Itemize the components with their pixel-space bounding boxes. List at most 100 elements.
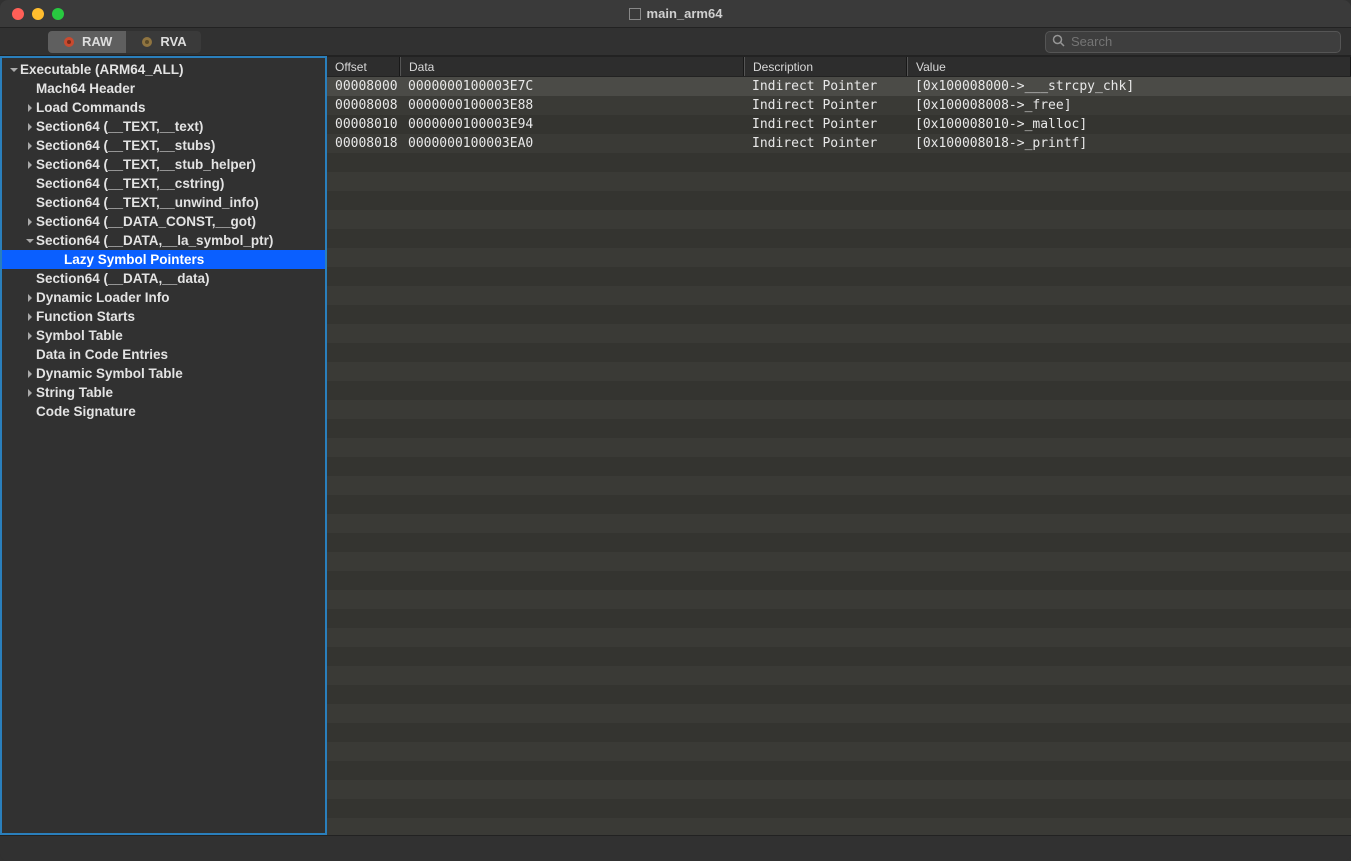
traffic-lights bbox=[12, 8, 64, 20]
table-row[interactable]: 000080080000000100003E88Indirect Pointer… bbox=[327, 96, 1351, 115]
tree-row[interactable]: Function Starts bbox=[2, 307, 325, 326]
search-input[interactable] bbox=[1071, 34, 1334, 49]
tree-row-label: Lazy Symbol Pointers bbox=[64, 252, 204, 267]
tree-row-label: Section64 (__DATA_CONST,__got) bbox=[36, 214, 256, 229]
raw-icon bbox=[62, 36, 76, 48]
body: Executable (ARM64_ALL) Mach64 Header Load … bbox=[0, 56, 1351, 835]
rva-label: RVA bbox=[160, 34, 186, 49]
cell-description: Indirect Pointer bbox=[744, 117, 907, 132]
tree-row[interactable]: Dynamic Loader Info bbox=[2, 288, 325, 307]
tree-row[interactable]: Section64 (__TEXT,__stub_helper) bbox=[2, 155, 325, 174]
chevron-right-icon[interactable] bbox=[24, 104, 36, 112]
close-button[interactable] bbox=[12, 8, 24, 20]
col-header-offset[interactable]: Offset bbox=[327, 57, 400, 76]
chevron-right-icon[interactable] bbox=[24, 294, 36, 302]
titlebar: main_arm64 bbox=[0, 0, 1351, 28]
bottom-bar bbox=[0, 835, 1351, 861]
cell-description: Indirect Pointer bbox=[744, 136, 907, 151]
tree-row-label: Dynamic Loader Info bbox=[36, 290, 170, 305]
cell-data: 0000000100003E94 bbox=[400, 117, 744, 132]
tree-row[interactable]: Symbol Table bbox=[2, 326, 325, 345]
raw-label: RAW bbox=[82, 34, 112, 49]
chevron-right-icon[interactable] bbox=[24, 389, 36, 397]
chevron-right-icon[interactable] bbox=[24, 142, 36, 150]
tree-row[interactable]: Load Commands bbox=[2, 98, 325, 117]
main-panel: Offset Data Description Value 0000800000… bbox=[327, 56, 1351, 835]
tree-row[interactable]: Executable (ARM64_ALL) bbox=[2, 60, 325, 79]
tree-row-label: Dynamic Symbol Table bbox=[36, 366, 183, 381]
tree-row[interactable]: Section64 (__TEXT,__text) bbox=[2, 117, 325, 136]
tree-row-label: Mach64 Header bbox=[36, 81, 135, 96]
tree-row[interactable]: Section64 (__TEXT,__unwind_info) bbox=[2, 193, 325, 212]
cell-value: [0x100008000->___strcpy_chk] bbox=[907, 79, 1351, 94]
cell-value: [0x100008010->_malloc] bbox=[907, 117, 1351, 132]
chevron-right-icon[interactable] bbox=[24, 332, 36, 340]
tree-row-label: Section64 (__TEXT,__cstring) bbox=[36, 176, 224, 191]
tree-row[interactable]: Section64 (__TEXT,__cstring) bbox=[2, 174, 325, 193]
tree-row-label: Code Signature bbox=[36, 404, 136, 419]
tree-row[interactable]: Section64 (__TEXT,__stubs) bbox=[2, 136, 325, 155]
tree-row-label: Section64 (__DATA,__data) bbox=[36, 271, 210, 286]
cell-description: Indirect Pointer bbox=[744, 79, 907, 94]
window-title-text: main_arm64 bbox=[647, 6, 723, 21]
rva-mode-button[interactable]: RVA bbox=[126, 31, 200, 53]
chevron-right-icon[interactable] bbox=[24, 123, 36, 131]
toolbar: RAW RVA bbox=[0, 28, 1351, 56]
cell-description: Indirect Pointer bbox=[744, 98, 907, 113]
tree-row[interactable]: Section64 (__DATA,__data) bbox=[2, 269, 325, 288]
app-window: main_arm64 RAW RVA bbox=[0, 0, 1351, 861]
table-body: 000080000000000100003E7CIndirect Pointer… bbox=[327, 77, 1351, 835]
tree-row[interactable]: Section64 (__DATA,__la_symbol_ptr) bbox=[2, 231, 325, 250]
tree: Executable (ARM64_ALL) Mach64 Header Load … bbox=[2, 58, 325, 421]
tree-row[interactable]: String Table bbox=[2, 383, 325, 402]
cell-value: [0x100008018->_printf] bbox=[907, 136, 1351, 151]
cell-data: 0000000100003E88 bbox=[400, 98, 744, 113]
tree-row-label: Section64 (__TEXT,__unwind_info) bbox=[36, 195, 259, 210]
chevron-right-icon[interactable] bbox=[24, 218, 36, 226]
tree-row-label: Executable (ARM64_ALL) bbox=[20, 62, 184, 77]
minimize-button[interactable] bbox=[32, 8, 44, 20]
chevron-right-icon[interactable] bbox=[24, 370, 36, 378]
tree-row[interactable]: Code Signature bbox=[2, 402, 325, 421]
chevron-right-icon[interactable] bbox=[24, 161, 36, 169]
raw-mode-button[interactable]: RAW bbox=[48, 31, 126, 53]
table-header: Offset Data Description Value bbox=[327, 56, 1351, 77]
maximize-button[interactable] bbox=[52, 8, 64, 20]
cell-data: 0000000100003EA0 bbox=[400, 136, 744, 151]
document-icon bbox=[629, 8, 641, 20]
cell-value: [0x100008008->_free] bbox=[907, 98, 1351, 113]
col-header-value[interactable]: Value bbox=[907, 57, 1351, 76]
tree-row[interactable]: Dynamic Symbol Table bbox=[2, 364, 325, 383]
search-box[interactable] bbox=[1045, 31, 1341, 53]
search-icon bbox=[1052, 34, 1065, 50]
address-mode-segment: RAW RVA bbox=[48, 31, 201, 53]
sidebar: Executable (ARM64_ALL) Mach64 Header Load … bbox=[0, 56, 327, 835]
cell-data: 0000000100003E7C bbox=[400, 79, 744, 94]
tree-row[interactable]: Section64 (__DATA_CONST,__got) bbox=[2, 212, 325, 231]
tree-row[interactable]: Data in Code Entries bbox=[2, 345, 325, 364]
col-header-description[interactable]: Description bbox=[744, 57, 907, 76]
col-header-data[interactable]: Data bbox=[400, 57, 744, 76]
chevron-down-icon[interactable] bbox=[8, 66, 20, 74]
tree-row-label: Data in Code Entries bbox=[36, 347, 168, 362]
tree-row-label: Section64 (__TEXT,__stub_helper) bbox=[36, 157, 256, 172]
tree-row[interactable]: Lazy Symbol Pointers bbox=[2, 250, 325, 269]
chevron-down-icon[interactable] bbox=[24, 237, 36, 245]
tree-row-label: Section64 (__DATA,__la_symbol_ptr) bbox=[36, 233, 273, 248]
search-container bbox=[1045, 31, 1341, 53]
cell-offset: 00008008 bbox=[327, 98, 400, 113]
tree-row-label: Symbol Table bbox=[36, 328, 123, 343]
table-row[interactable]: 000080100000000100003E94Indirect Pointer… bbox=[327, 115, 1351, 134]
tree-row-label: Section64 (__TEXT,__stubs) bbox=[36, 138, 215, 153]
chevron-right-icon[interactable] bbox=[24, 313, 36, 321]
tree-row[interactable]: Mach64 Header bbox=[2, 79, 325, 98]
tree-row-label: Load Commands bbox=[36, 100, 146, 115]
cell-offset: 00008018 bbox=[327, 136, 400, 151]
tree-row-label: String Table bbox=[36, 385, 113, 400]
cell-offset: 00008000 bbox=[327, 79, 400, 94]
table-row[interactable]: 000080180000000100003EA0Indirect Pointer… bbox=[327, 134, 1351, 153]
rva-icon bbox=[140, 36, 154, 48]
tree-row-label: Function Starts bbox=[36, 309, 135, 324]
cell-offset: 00008010 bbox=[327, 117, 400, 132]
table-row[interactable]: 000080000000000100003E7CIndirect Pointer… bbox=[327, 77, 1351, 96]
